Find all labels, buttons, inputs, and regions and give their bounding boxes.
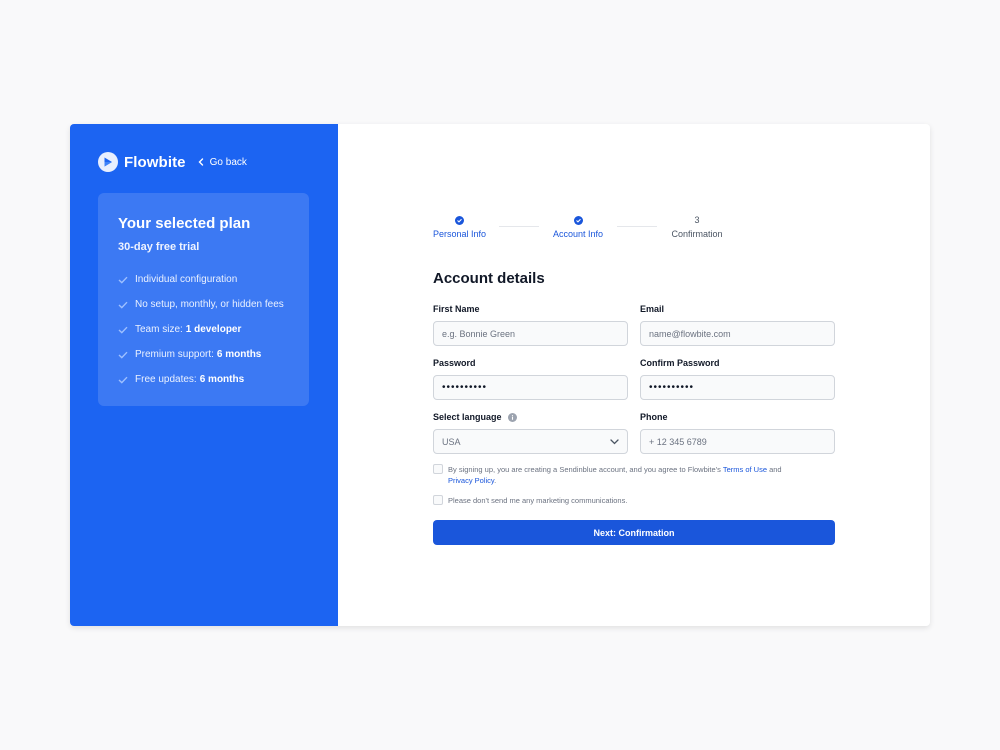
terms-consent: By signing up, you are creating a Sendin… <box>433 464 793 486</box>
step-personal-info[interactable]: Personal Info <box>433 214 487 239</box>
plan-feature-text: Premium support: <box>135 349 214 360</box>
confirm-password-label: Confirm Password <box>640 358 720 368</box>
brand-header: Flowbite Go back <box>98 152 247 172</box>
plan-feature: Free updates: 6 months <box>118 367 289 392</box>
check-icon <box>118 351 128 359</box>
plan-sidebar: Flowbite Go back Your selected plan 30-d… <box>70 124 338 626</box>
first-name-label: First Name <box>433 304 480 314</box>
terms-checkbox[interactable] <box>433 464 443 474</box>
language-field: Select language USA <box>433 411 628 454</box>
check-icon <box>118 326 128 334</box>
confirm-password-input[interactable]: •••••••••• <box>640 375 835 400</box>
step-label: Confirmation <box>671 229 723 239</box>
info-icon[interactable] <box>507 412 517 422</box>
marketing-text: Please don't send me any marketing commu… <box>448 496 628 505</box>
language-label-text: Select language <box>433 412 502 422</box>
plan-feature: Premium support: 6 months <box>118 342 289 367</box>
plan-title: Your selected plan <box>118 215 251 232</box>
check-icon <box>118 376 128 384</box>
next-confirmation-button[interactable]: Next: Confirmation <box>433 520 835 545</box>
plan-feature-list: Individual configuration No setup, month… <box>118 267 289 392</box>
step-label: Personal Info <box>433 229 487 239</box>
terms-of-use-link[interactable]: Terms of Use <box>723 465 767 474</box>
phone-field: Phone + 12 345 6789 <box>640 411 835 454</box>
phone-label: Phone <box>640 412 668 422</box>
go-back-link[interactable]: Go back <box>198 157 247 168</box>
step-divider <box>499 226 539 227</box>
password-input[interactable]: •••••••••• <box>433 375 628 400</box>
go-back-label: Go back <box>209 156 247 168</box>
brand-name: Flowbite <box>124 153 186 171</box>
selected-plan-card: Your selected plan 30-day free trial Ind… <box>98 193 309 406</box>
language-select[interactable]: USA <box>433 429 628 454</box>
plan-feature: Individual configuration <box>118 267 289 292</box>
marketing-consent: Please don't send me any marketing commu… <box>433 495 793 506</box>
plan-feature-text: No setup, monthly, or hidden fees <box>135 299 284 310</box>
chevron-down-icon <box>610 438 619 444</box>
flowbite-logo-icon <box>98 152 118 172</box>
plan-feature: Team size: 1 developer <box>118 317 289 342</box>
plan-feature-text: Team size: <box>135 324 183 335</box>
terms-period: . <box>494 476 497 485</box>
account-form-panel: Personal Info Account Info 3 Confirmatio… <box>338 124 930 626</box>
plan-subtitle: 30-day free trial <box>118 241 200 253</box>
check-icon <box>118 301 128 309</box>
chevron-left-icon <box>198 158 203 166</box>
plan-feature-value: 6 months <box>216 349 262 360</box>
first-name-field: First Name e.g. Bonnie Green <box>433 303 628 346</box>
plan-feature-value: 1 developer <box>185 324 242 335</box>
password-label: Password <box>433 358 476 368</box>
language-label: Select language <box>433 411 628 423</box>
step-label: Account Info <box>552 229 604 239</box>
signup-card: Flowbite Go back Your selected plan 30-d… <box>70 124 930 626</box>
step-confirmation[interactable]: 3 Confirmation <box>669 214 725 239</box>
email-field: Email name@flowbite.com <box>640 303 835 346</box>
phone-input[interactable]: + 12 345 6789 <box>640 429 835 454</box>
language-select-value: USA <box>442 436 461 447</box>
check-icon <box>118 276 128 284</box>
plan-feature-text: Free updates: <box>135 374 197 385</box>
step-account-info[interactable]: Account Info <box>551 214 605 239</box>
progress-stepper: Personal Info Account Info 3 Confirmatio… <box>433 214 733 244</box>
terms-and: and <box>769 465 782 474</box>
confirm-password-field: Confirm Password •••••••••• <box>640 357 835 400</box>
terms-text-before: By signing up, you are creating a Sendin… <box>448 465 721 474</box>
plan-feature: No setup, monthly, or hidden fees <box>118 292 289 317</box>
terms-text: By signing up, you are creating a Sendin… <box>448 464 793 486</box>
step-number: 3 <box>694 215 700 225</box>
first-name-input[interactable]: e.g. Bonnie Green <box>433 321 628 346</box>
password-field: Password •••••••••• <box>433 357 628 400</box>
email-label: Email <box>640 304 665 314</box>
step-divider <box>617 226 657 227</box>
check-circle-icon <box>573 215 583 225</box>
plan-feature-value: 6 months <box>199 374 245 385</box>
email-input[interactable]: name@flowbite.com <box>640 321 835 346</box>
plan-feature-text: Individual configuration <box>135 274 238 285</box>
check-circle-icon <box>454 215 464 225</box>
section-title: Account details <box>433 270 545 287</box>
privacy-policy-link[interactable]: Privacy Policy <box>448 476 494 485</box>
marketing-checkbox[interactable] <box>433 495 443 505</box>
